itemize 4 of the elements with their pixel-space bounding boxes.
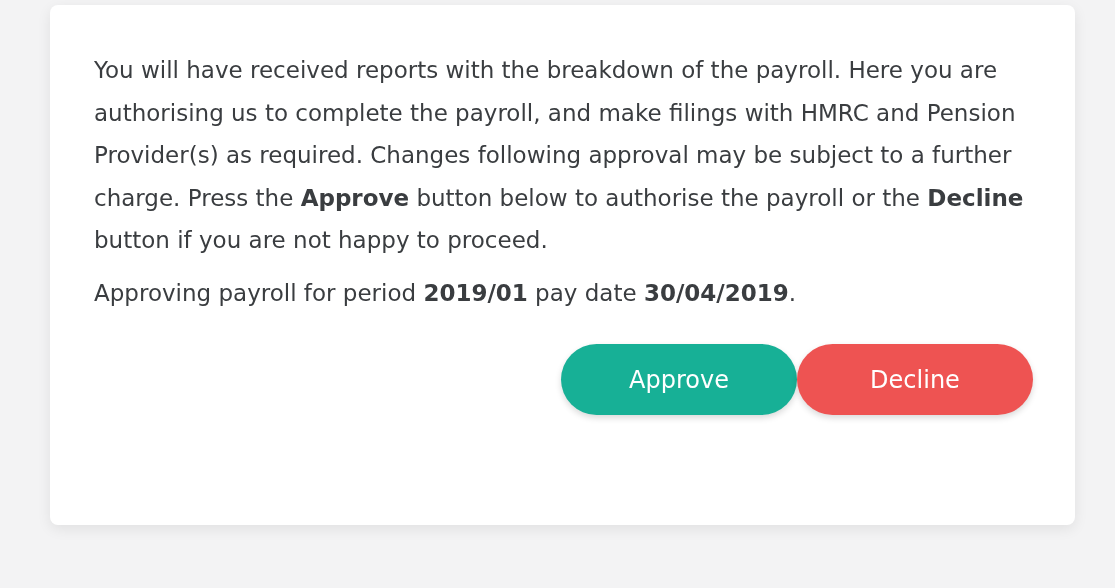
paragraph: Approving payroll for period 2019/01 pay date 30/04/2019. [94,278,798,308]
approve-button[interactable]: Approve [561,344,797,415]
decline-button[interactable]: Decline [797,344,1033,415]
paragraph: You will have received reports with the breakdown of the payroll. Here you are authorising us to complete the payroll, and make filings with HMRC and Pension Provider(s) as required. Changes following approval may be subject to a further charge. Press the Approve button below to authorise the payroll or the Decline button if you are not happy to proceed. [94,56,1025,255]
